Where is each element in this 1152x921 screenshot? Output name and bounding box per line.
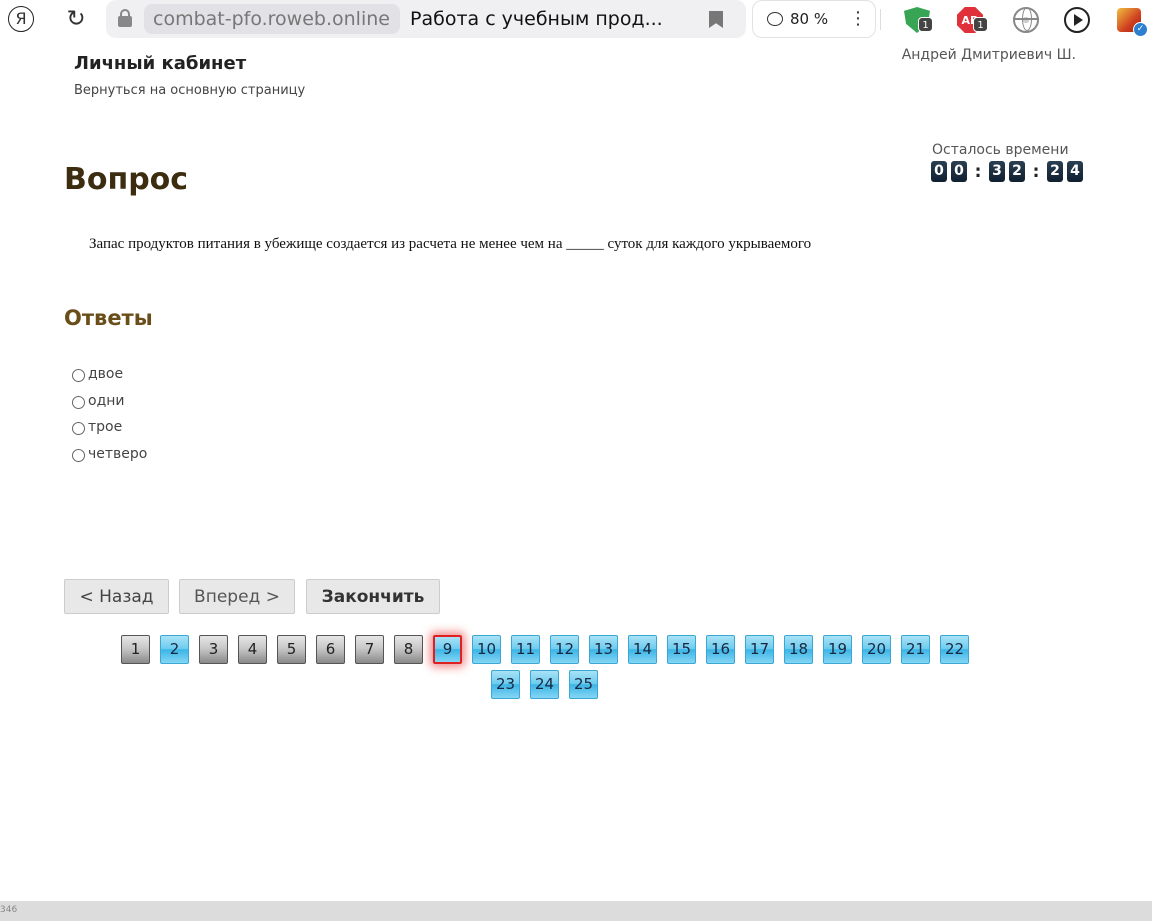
timer-digit: 0 <box>931 161 947 182</box>
toolbar-divider <box>880 9 881 30</box>
back-button[interactable]: < Назад <box>64 579 169 614</box>
question-page-button[interactable]: 11 <box>511 635 540 664</box>
status-bar: 346 <box>0 901 1152 921</box>
chat-bubble-icon <box>767 12 783 26</box>
question-page-button[interactable]: 2 <box>160 635 189 664</box>
answer-radio[interactable] <box>72 395 85 409</box>
timer-digit: 3 <box>989 161 1005 182</box>
answer-label: четверо <box>88 445 148 462</box>
answer-option[interactable]: четверо <box>72 441 147 468</box>
extension-badge: 1 <box>973 17 988 32</box>
question-page-button[interactable]: 5 <box>277 635 306 664</box>
question-page-button[interactable]: 20 <box>862 635 891 664</box>
address-domain[interactable]: combat-pfo.roweb.online <box>144 4 400 34</box>
timer-separator: : <box>974 161 982 182</box>
answer-option[interactable]: двое <box>72 361 147 388</box>
timer-label: Осталось времени <box>932 142 1069 158</box>
answer-radio[interactable] <box>72 422 85 436</box>
timer-digit: 0 <box>951 161 967 182</box>
timer-digit: 2 <box>1009 161 1025 182</box>
reload-icon[interactable]: ↻ <box>62 5 90 33</box>
question-page-button[interactable]: 17 <box>745 635 774 664</box>
back-to-main-link[interactable]: Вернуться на основную страницу <box>74 83 305 98</box>
answer-radio[interactable] <box>72 369 85 383</box>
question-page-button[interactable]: 23 <box>491 670 520 699</box>
question-page-button[interactable]: 16 <box>706 635 735 664</box>
question-page-button[interactable]: 10 <box>472 635 501 664</box>
address-bar[interactable]: combat-pfo.roweb.online Работа с учебным… <box>106 0 746 38</box>
question-heading: Вопрос <box>64 162 189 197</box>
question-page-button[interactable]: 4 <box>238 635 267 664</box>
answer-list: двое одни трое четверо <box>72 361 147 467</box>
timer-separator: : <box>1032 161 1040 182</box>
timer-digit: 2 <box>1047 161 1063 182</box>
timer-digit: 4 <box>1067 161 1083 182</box>
question-page-button[interactable]: 24 <box>530 670 559 699</box>
yandex-logo-icon[interactable]: Я <box>8 6 34 32</box>
status-text: 346 <box>0 905 18 915</box>
question-text: Запас продуктов питания в убежище создае… <box>89 236 812 252</box>
finish-button[interactable]: Закончить <box>306 579 440 614</box>
question-page-button[interactable]: 6 <box>316 635 345 664</box>
question-page-button[interactable]: 25 <box>569 670 598 699</box>
globe-icon[interactable] <box>1013 7 1039 33</box>
check-badge-icon: ✓ <box>1133 22 1148 37</box>
question-page-button[interactable]: 22 <box>940 635 969 664</box>
countdown-timer: 0 0 : 3 2 : 2 4 <box>931 161 1087 182</box>
forward-button[interactable]: Вперед > <box>179 579 295 614</box>
browser-toolbar: Я ↻ combat-pfo.roweb.online Работа с уче… <box>0 0 1152 40</box>
answer-option[interactable]: трое <box>72 414 147 441</box>
page-tab-title: Работа с учебным прод... <box>410 8 663 30</box>
zoom-level: 80 % <box>790 10 829 28</box>
answer-label: двое <box>88 366 124 383</box>
question-page-button[interactable]: 7 <box>355 635 384 664</box>
lock-icon[interactable] <box>118 9 132 27</box>
question-page-button[interactable]: 15 <box>667 635 696 664</box>
more-vertical-icon[interactable]: ⋮ <box>849 8 867 29</box>
answer-radio[interactable] <box>72 448 85 462</box>
question-page-button[interactable]: 8 <box>394 635 423 664</box>
question-page-button[interactable]: 21 <box>901 635 930 664</box>
question-page-button[interactable]: 14 <box>628 635 657 664</box>
play-icon[interactable] <box>1064 7 1090 33</box>
question-page-button[interactable]: 13 <box>589 635 618 664</box>
extension-badge: 1 <box>918 17 933 32</box>
cabinet-title: Личный кабинет <box>74 53 247 74</box>
question-page-button[interactable]: 18 <box>784 635 813 664</box>
question-page-button[interactable]: 1 <box>121 635 150 664</box>
bookmark-icon[interactable] <box>709 11 723 28</box>
answer-label: одни <box>88 392 125 409</box>
answers-heading: Ответы <box>64 306 153 330</box>
user-name[interactable]: Андрей Дмитриевич Ш. <box>902 47 1076 63</box>
question-page-button[interactable]: 19 <box>823 635 852 664</box>
question-page-button[interactable]: 3 <box>199 635 228 664</box>
answer-option[interactable]: одни <box>72 388 147 415</box>
question-page-button[interactable]: 12 <box>550 635 579 664</box>
answer-label: трое <box>88 419 123 436</box>
question-page-button-current[interactable]: 9 <box>433 635 462 664</box>
zoom-control[interactable]: 80 % ⋮ <box>752 0 876 38</box>
